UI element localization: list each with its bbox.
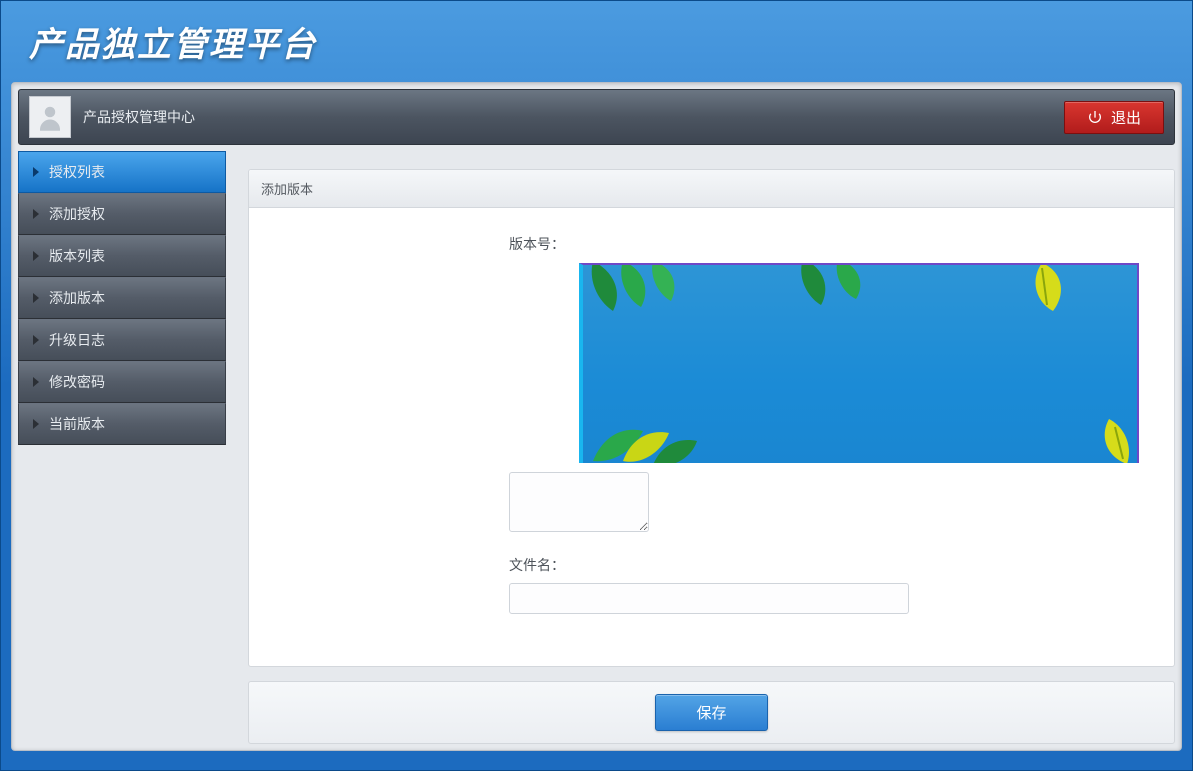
avatar bbox=[29, 96, 71, 138]
description-textarea[interactable] bbox=[509, 472, 649, 532]
leaf-icon bbox=[1057, 409, 1137, 463]
sidebar-item-auth-list[interactable]: 授权列表 bbox=[18, 151, 226, 193]
sidebar-item-change-password[interactable]: 修改密码 bbox=[18, 361, 226, 403]
chevron-right-icon bbox=[33, 419, 39, 429]
panel-body: 版本号： 文件名： bbox=[249, 208, 1174, 666]
sidebar-item-label: 授权列表 bbox=[49, 162, 105, 182]
decorative-overlay bbox=[579, 263, 1139, 463]
sidebar-item-label: 当前版本 bbox=[49, 414, 105, 434]
main-content: 添加版本 版本号： 文件名： bbox=[248, 151, 1175, 744]
sidebar-item-upgrade-log[interactable]: 升级日志 bbox=[18, 319, 226, 361]
main-frame: 产品授权管理中心 退出 授权列表 添加授权 bbox=[11, 82, 1182, 751]
leaf-icon bbox=[583, 263, 703, 341]
app-title: 产品独立管理平台 bbox=[1, 1, 1192, 82]
panel-footer: 保存 bbox=[248, 681, 1175, 744]
leaf-icon bbox=[1007, 263, 1077, 323]
power-icon bbox=[1087, 109, 1103, 125]
app-shell: 产品独立管理平台 产品授权管理中心 退出 授权列表 bbox=[0, 0, 1193, 771]
sidebar-item-current-version[interactable]: 当前版本 bbox=[18, 403, 226, 445]
sidebar: 授权列表 添加授权 版本列表 添加版本 升级日志 bbox=[18, 151, 226, 445]
filename-input[interactable] bbox=[509, 583, 909, 614]
sidebar-item-label: 版本列表 bbox=[49, 246, 105, 266]
filename-label: 文件名： bbox=[509, 555, 1144, 575]
user-icon bbox=[35, 102, 65, 132]
sidebar-item-label: 修改密码 bbox=[49, 372, 105, 392]
chevron-right-icon bbox=[33, 167, 39, 177]
chevron-right-icon bbox=[33, 251, 39, 261]
save-label: 保存 bbox=[696, 705, 726, 722]
chevron-right-icon bbox=[33, 293, 39, 303]
sidebar-item-add-auth[interactable]: 添加授权 bbox=[18, 193, 226, 235]
sidebar-item-add-version[interactable]: 添加版本 bbox=[18, 277, 226, 319]
topbar: 产品授权管理中心 退出 bbox=[18, 89, 1175, 145]
logout-button[interactable]: 退出 bbox=[1064, 101, 1164, 134]
sidebar-item-label: 添加版本 bbox=[49, 288, 105, 308]
chevron-right-icon bbox=[33, 209, 39, 219]
leaf-icon bbox=[783, 263, 903, 329]
leaf-icon bbox=[583, 401, 713, 463]
chevron-right-icon bbox=[33, 335, 39, 345]
topbar-title: 产品授权管理中心 bbox=[83, 107, 195, 127]
chevron-right-icon bbox=[33, 377, 39, 387]
version-label: 版本号： bbox=[509, 234, 1144, 254]
logout-label: 退出 bbox=[1111, 107, 1141, 128]
sidebar-item-label: 升级日志 bbox=[49, 330, 105, 350]
sidebar-item-version-list[interactable]: 版本列表 bbox=[18, 235, 226, 277]
panel-header: 添加版本 bbox=[249, 170, 1174, 208]
form-panel: 添加版本 版本号： 文件名： bbox=[248, 169, 1175, 667]
sidebar-item-label: 添加授权 bbox=[49, 204, 105, 224]
save-button[interactable]: 保存 bbox=[655, 694, 767, 731]
